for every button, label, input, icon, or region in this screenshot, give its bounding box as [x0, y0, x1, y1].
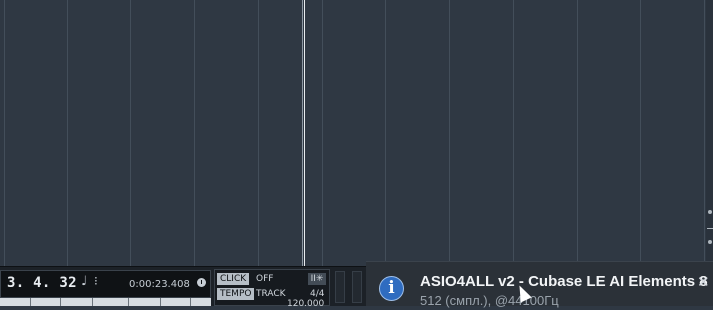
bar-gridline	[577, 0, 578, 266]
time-readout[interactable]: 0:00:23.408	[129, 279, 190, 290]
bar-gridline	[704, 0, 705, 266]
project-cursor[interactable]	[304, 0, 305, 266]
transport-separator	[352, 271, 362, 303]
bar-gridline	[322, 0, 323, 266]
info-icon: i	[379, 276, 404, 301]
notification-title: ASIO4ALL v2 - Cubase LE AI Elements 8	[420, 273, 708, 290]
zoom-handle-icon[interactable]	[708, 210, 712, 214]
click-label[interactable]: CLICK	[217, 273, 250, 285]
tempo-mode[interactable]: TRACK	[256, 288, 286, 300]
project-arrange-area[interactable]	[0, 0, 713, 266]
clock-icon[interactable]	[197, 278, 206, 287]
bar-gridline	[67, 0, 68, 266]
notification-toast[interactable]: i ASIO4ALL v2 - Cubase LE AI Elements 8 …	[366, 261, 713, 308]
bars-beats-readout[interactable]: 3. 4. 32	[7, 275, 77, 291]
metronome-icon[interactable]: ⁝	[94, 274, 98, 288]
bar-gridline	[258, 0, 259, 266]
bar-gridline	[4, 0, 5, 266]
bar-gridline	[513, 0, 514, 266]
position-display[interactable]: 3. 4. 32 ♩ ⁝ 0:00:23.408	[0, 270, 211, 298]
tempo-label[interactable]: TEMPO	[217, 288, 255, 300]
bar-gridline	[130, 0, 131, 266]
vertical-zoom-strip[interactable]	[706, 0, 713, 266]
bar-gridline	[385, 0, 386, 266]
zoom-handle-icon[interactable]	[708, 240, 712, 244]
project-cursor-shadow	[302, 0, 303, 266]
quarter-note-icon[interactable]: ♩	[81, 274, 87, 289]
click-state[interactable]: OFF	[256, 273, 273, 285]
transport-separator	[335, 271, 345, 303]
sync-button[interactable]: II✳	[308, 273, 326, 285]
zoom-divider	[707, 228, 713, 229]
bar-gridline	[194, 0, 195, 266]
bar-gridline	[449, 0, 450, 266]
close-icon[interactable]: ✕	[697, 273, 710, 291]
bar-gridline	[640, 0, 641, 266]
click-tempo-panel: CLICK OFF II✳ TEMPO TRACK 4/4 120.000	[214, 269, 330, 309]
tempo-bpm[interactable]: 120.000	[287, 298, 324, 310]
notification-subtitle: 512 (смпл.), @44100Гц	[420, 293, 559, 308]
